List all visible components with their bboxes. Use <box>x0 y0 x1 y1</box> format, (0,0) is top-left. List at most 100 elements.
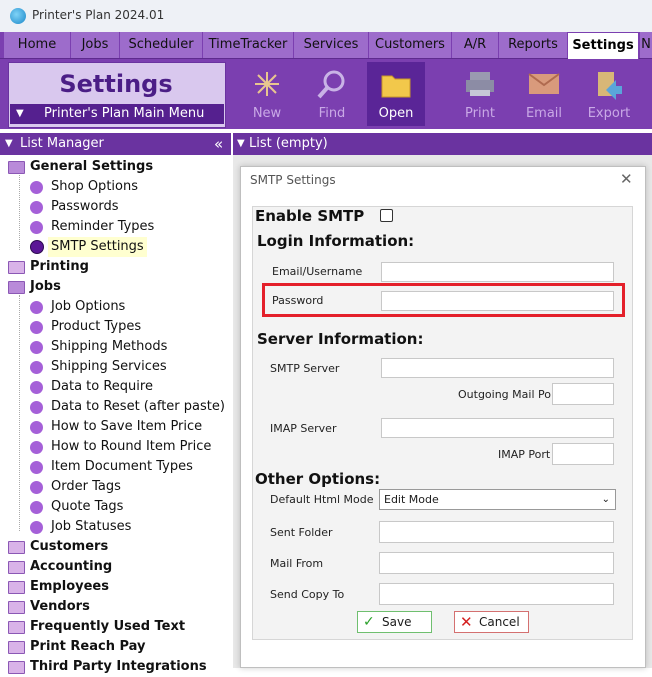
x-icon: ✕ <box>460 613 473 631</box>
sparkle-icon <box>255 72 279 96</box>
login-section-heading: Login Information: <box>257 232 415 250</box>
send-copy-field[interactable] <box>379 583 614 605</box>
app-logo-icon <box>10 8 26 24</box>
export-label: Export <box>587 106 631 121</box>
folder-open-icon <box>381 75 411 98</box>
list-dot-icon <box>30 521 43 534</box>
tree-label: How to Save Item Price <box>51 419 203 434</box>
list-dot-icon <box>30 221 43 234</box>
cancel-button[interactable]: ✕ Cancel <box>454 611 529 633</box>
highlight-box <box>262 283 625 317</box>
folder-icon <box>8 261 25 274</box>
list-dot-icon <box>30 361 43 374</box>
tab-overflow[interactable]: N <box>640 32 652 58</box>
imap-server-field[interactable] <box>381 418 614 438</box>
enable-smtp-label: Enable SMTP <box>255 207 365 225</box>
list-dot-icon <box>30 501 43 514</box>
envelope-icon <box>528 73 560 94</box>
mail-from-field[interactable] <box>379 552 614 574</box>
html-mode-select[interactable]: Edit Mode ⌄ <box>379 489 616 510</box>
tab-customers[interactable]: Customers <box>369 32 452 58</box>
collapse-panel-icon[interactable]: « <box>214 133 223 155</box>
tree-label: Data to Reset (after paste) <box>51 399 225 414</box>
outgoing-port-field[interactable] <box>552 383 614 405</box>
sent-folder-field[interactable] <box>379 521 614 543</box>
folder-icon <box>8 621 25 634</box>
tab-home[interactable]: Home <box>4 32 71 58</box>
tree-label: Quote Tags <box>51 499 124 514</box>
tree-label: Passwords <box>51 199 119 214</box>
list-dot-icon <box>30 301 43 314</box>
send-copy-label: Send Copy To <box>270 588 345 601</box>
tree-label: Shop Options <box>51 179 138 194</box>
list-dot-icon <box>30 201 43 214</box>
dialog-title: SMTP Settings <box>250 173 336 187</box>
open-button[interactable]: Open <box>367 62 425 126</box>
email-button[interactable]: Email <box>515 62 573 126</box>
tab-reports[interactable]: Reports <box>499 32 568 58</box>
tab-services[interactable]: Services <box>294 32 369 58</box>
email-label: Email <box>525 106 563 121</box>
dropdown-arrow-icon: ▼ <box>16 108 24 119</box>
tree-label: Shipping Methods <box>51 339 168 354</box>
tab-jobs[interactable]: Jobs <box>71 32 120 58</box>
list-manager-header: ▼ List Manager « <box>0 133 231 155</box>
list-dot-icon <box>30 481 43 494</box>
email-field[interactable] <box>381 262 614 282</box>
imap-port-field[interactable] <box>552 443 614 465</box>
list-manager-title: List Manager <box>20 136 104 151</box>
folder-icon <box>8 581 25 594</box>
save-button[interactable]: ✓ Save <box>357 611 432 633</box>
ribbon-title: Settings <box>59 70 173 98</box>
html-mode-value: Edit Mode <box>384 493 439 506</box>
window-title: Printer's Plan 2024.01 <box>32 8 165 22</box>
html-mode-label: Default Html Mode <box>270 493 374 506</box>
imap-server-label: IMAP Server <box>270 422 337 435</box>
find-button[interactable]: Find <box>303 62 361 126</box>
list-dot-icon <box>30 321 43 334</box>
tree-label: Third Party Integrations <box>30 659 207 674</box>
list-dot-icon <box>30 401 43 414</box>
export-button[interactable]: Export <box>580 62 638 126</box>
close-icon[interactable]: ✕ <box>620 170 633 188</box>
tree-label: Printing <box>30 259 89 274</box>
checkmark-icon: ✓ <box>363 614 375 630</box>
new-button[interactable]: New <box>238 62 296 126</box>
tab-settings[interactable]: Settings <box>568 33 639 59</box>
find-label: Find <box>318 106 346 121</box>
open-label: Open <box>378 106 414 121</box>
list-dot-icon <box>30 421 43 434</box>
folder-open-icon <box>8 161 25 174</box>
list-dot-selected-icon <box>30 240 44 254</box>
mail-from-label: Mail From <box>270 557 324 570</box>
list-header: ▼ List (empty) <box>233 133 652 155</box>
tree-label: Print Reach Pay <box>30 639 146 654</box>
main-menu-dropdown[interactable]: ▼ Printer's Plan Main Menu <box>10 104 224 124</box>
tree-label: Vendors <box>30 599 90 614</box>
print-label: Print <box>465 106 495 121</box>
imap-port-label: IMAP Port <box>498 448 551 461</box>
smtp-server-field[interactable] <box>381 358 614 378</box>
tab-timetracker[interactable]: TimeTracker <box>203 32 294 58</box>
main-menu-label: Printer's Plan Main Menu <box>44 106 205 121</box>
tab-ar[interactable]: A/R <box>452 32 499 58</box>
enable-smtp-checkbox[interactable] <box>380 209 393 222</box>
email-label: Email/Username <box>272 265 363 278</box>
folder-icon <box>8 541 25 554</box>
chevron-down-icon: ▼ <box>5 138 13 149</box>
tree-label: Reminder Types <box>51 219 155 234</box>
cancel-label: Cancel <box>479 615 520 629</box>
tab-scheduler[interactable]: Scheduler <box>120 32 203 58</box>
chevron-down-icon: ⌄ <box>601 494 610 505</box>
outgoing-port-label: Outgoing Mail Port <box>458 388 560 401</box>
tree-label: SMTP Settings <box>48 237 147 257</box>
sent-folder-label: Sent Folder <box>270 526 333 539</box>
server-section-heading: Server Information: <box>257 330 424 348</box>
list-title: List (empty) <box>249 136 328 151</box>
other-section-heading: Other Options: <box>255 470 381 488</box>
tree-label: Order Tags <box>51 479 121 494</box>
printer-icon <box>466 72 494 96</box>
folder-icon <box>8 561 25 574</box>
tree-label: How to Round Item Price <box>51 439 212 454</box>
print-button[interactable]: Print <box>451 62 509 126</box>
